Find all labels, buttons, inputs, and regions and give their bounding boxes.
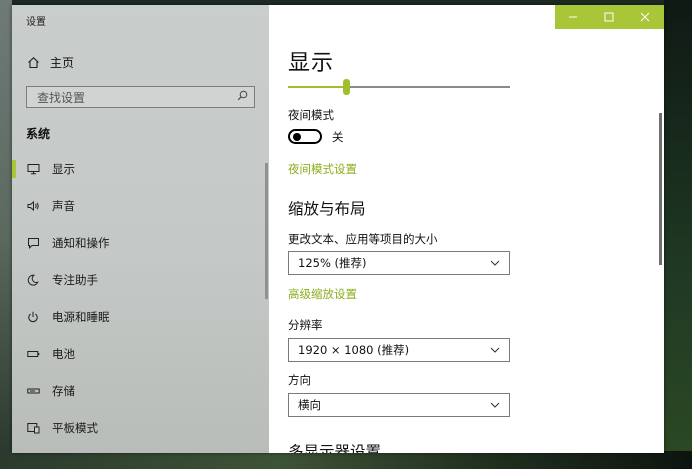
maximize-button[interactable] bbox=[591, 5, 627, 29]
sidebar-item-display[interactable]: 显示 bbox=[12, 150, 269, 187]
page-title: 显示 bbox=[288, 51, 335, 76]
orientation-label: 方向 bbox=[288, 373, 311, 387]
slider-track-filled bbox=[288, 86, 346, 88]
scale-label: 更改文本、应用等项目的大小 bbox=[288, 232, 438, 246]
sidebar-item-power-sleep[interactable]: 电源和睡眠 bbox=[12, 298, 269, 335]
chevron-down-icon bbox=[490, 402, 500, 408]
toggle-knob bbox=[293, 133, 301, 141]
night-light-label: 夜间模式 bbox=[288, 108, 334, 122]
brightness-slider[interactable] bbox=[288, 79, 510, 95]
sidebar-item-label: 平板模式 bbox=[52, 420, 98, 435]
sidebar-item-battery[interactable]: 电池 bbox=[12, 335, 269, 372]
slider-track-empty bbox=[346, 86, 510, 88]
monitor-icon bbox=[26, 162, 40, 176]
search-input[interactable]: 查找设置 bbox=[26, 86, 255, 108]
scale-dropdown[interactable]: 125% (推荐) bbox=[288, 251, 510, 275]
resolution-dropdown[interactable]: 1920 × 1080 (推荐) bbox=[288, 338, 510, 362]
watermark-url: zhinan.sogou.com bbox=[518, 424, 635, 437]
sidebar-item-label: 存储 bbox=[52, 383, 75, 398]
home-label: 主页 bbox=[50, 55, 75, 70]
resolution-label: 分辨率 bbox=[288, 318, 323, 332]
sidebar-item-label: 显示 bbox=[52, 161, 75, 176]
chevron-down-icon bbox=[490, 260, 500, 266]
sidebar-item-focus-assist[interactable]: 专注助手 bbox=[12, 261, 269, 298]
main-scrollbar[interactable] bbox=[659, 113, 662, 265]
search-icon bbox=[237, 90, 248, 104]
minimize-button[interactable] bbox=[555, 5, 591, 29]
minimize-icon bbox=[569, 16, 577, 18]
scale-value: 125% (推荐) bbox=[298, 256, 367, 270]
orientation-value: 横向 bbox=[298, 398, 321, 412]
orientation-dropdown[interactable]: 横向 bbox=[288, 393, 510, 417]
chevron-down-icon bbox=[490, 347, 500, 353]
sidebar-item-tablet-mode[interactable]: 平板模式 bbox=[12, 409, 269, 446]
window-title: 设置 bbox=[26, 17, 46, 28]
night-light-settings-link[interactable]: 夜间模式设置 bbox=[288, 161, 357, 177]
sidebar-item-label: 电池 bbox=[52, 346, 75, 361]
section-title: 系统 bbox=[26, 127, 51, 141]
sidebar-item-notifications[interactable]: 通知和操作 bbox=[12, 224, 269, 261]
close-button[interactable] bbox=[627, 5, 663, 29]
notification-icon bbox=[26, 236, 40, 250]
watermark-text: 搜狗指南 bbox=[550, 388, 654, 416]
sidebar-item-storage[interactable]: 存储 bbox=[12, 372, 269, 409]
resolution-value: 1920 × 1080 (推荐) bbox=[298, 343, 410, 357]
sidebar-item-label: 通知和操作 bbox=[52, 235, 110, 250]
advanced-scaling-link[interactable]: 高级缩放设置 bbox=[288, 286, 357, 302]
maximize-icon bbox=[604, 12, 614, 22]
speaker-icon bbox=[26, 199, 40, 213]
sidebar-item-label: 声音 bbox=[52, 198, 75, 213]
desktop-background-left bbox=[0, 0, 12, 469]
search-placeholder: 查找设置 bbox=[37, 90, 86, 105]
desktop-background-bottom bbox=[0, 451, 692, 469]
sidebar-nav: 显示 声音 通知和操作 专注助手 电源和睡眠 电池 存储 平板模式 bbox=[12, 150, 269, 446]
sidebar-item-sound[interactable]: 声音 bbox=[12, 187, 269, 224]
battery-icon bbox=[26, 347, 40, 361]
watermark: S 搜狗指南 zhinan.sogou.com bbox=[514, 382, 674, 442]
sidebar-scrollbar[interactable] bbox=[265, 163, 268, 299]
window-controls bbox=[555, 5, 664, 29]
watermark-logo: S 搜狗指南 bbox=[514, 382, 654, 417]
tablet-icon bbox=[26, 421, 40, 435]
sogou-logo-icon: S bbox=[514, 383, 546, 416]
close-icon bbox=[640, 12, 650, 22]
sidebar-item-label: 专注助手 bbox=[52, 272, 98, 287]
moon-icon bbox=[26, 273, 40, 287]
sidebar-home[interactable]: 主页 bbox=[26, 53, 74, 71]
home-icon bbox=[26, 55, 40, 69]
scale-layout-heading: 缩放与布局 bbox=[288, 200, 366, 218]
slider-thumb[interactable] bbox=[343, 79, 350, 95]
sidebar: 设置 主页 查找设置 系统 显示 声音 通知和操作 专注助手 电源和睡眠 电池 … bbox=[12, 5, 269, 453]
power-icon bbox=[26, 310, 40, 324]
storage-icon bbox=[26, 384, 40, 398]
sidebar-item-label: 电源和睡眠 bbox=[52, 309, 110, 324]
night-light-state: 关 bbox=[332, 130, 344, 144]
multiple-displays-heading: 多显示器设置 bbox=[288, 443, 382, 453]
night-light-toggle[interactable] bbox=[288, 129, 322, 144]
